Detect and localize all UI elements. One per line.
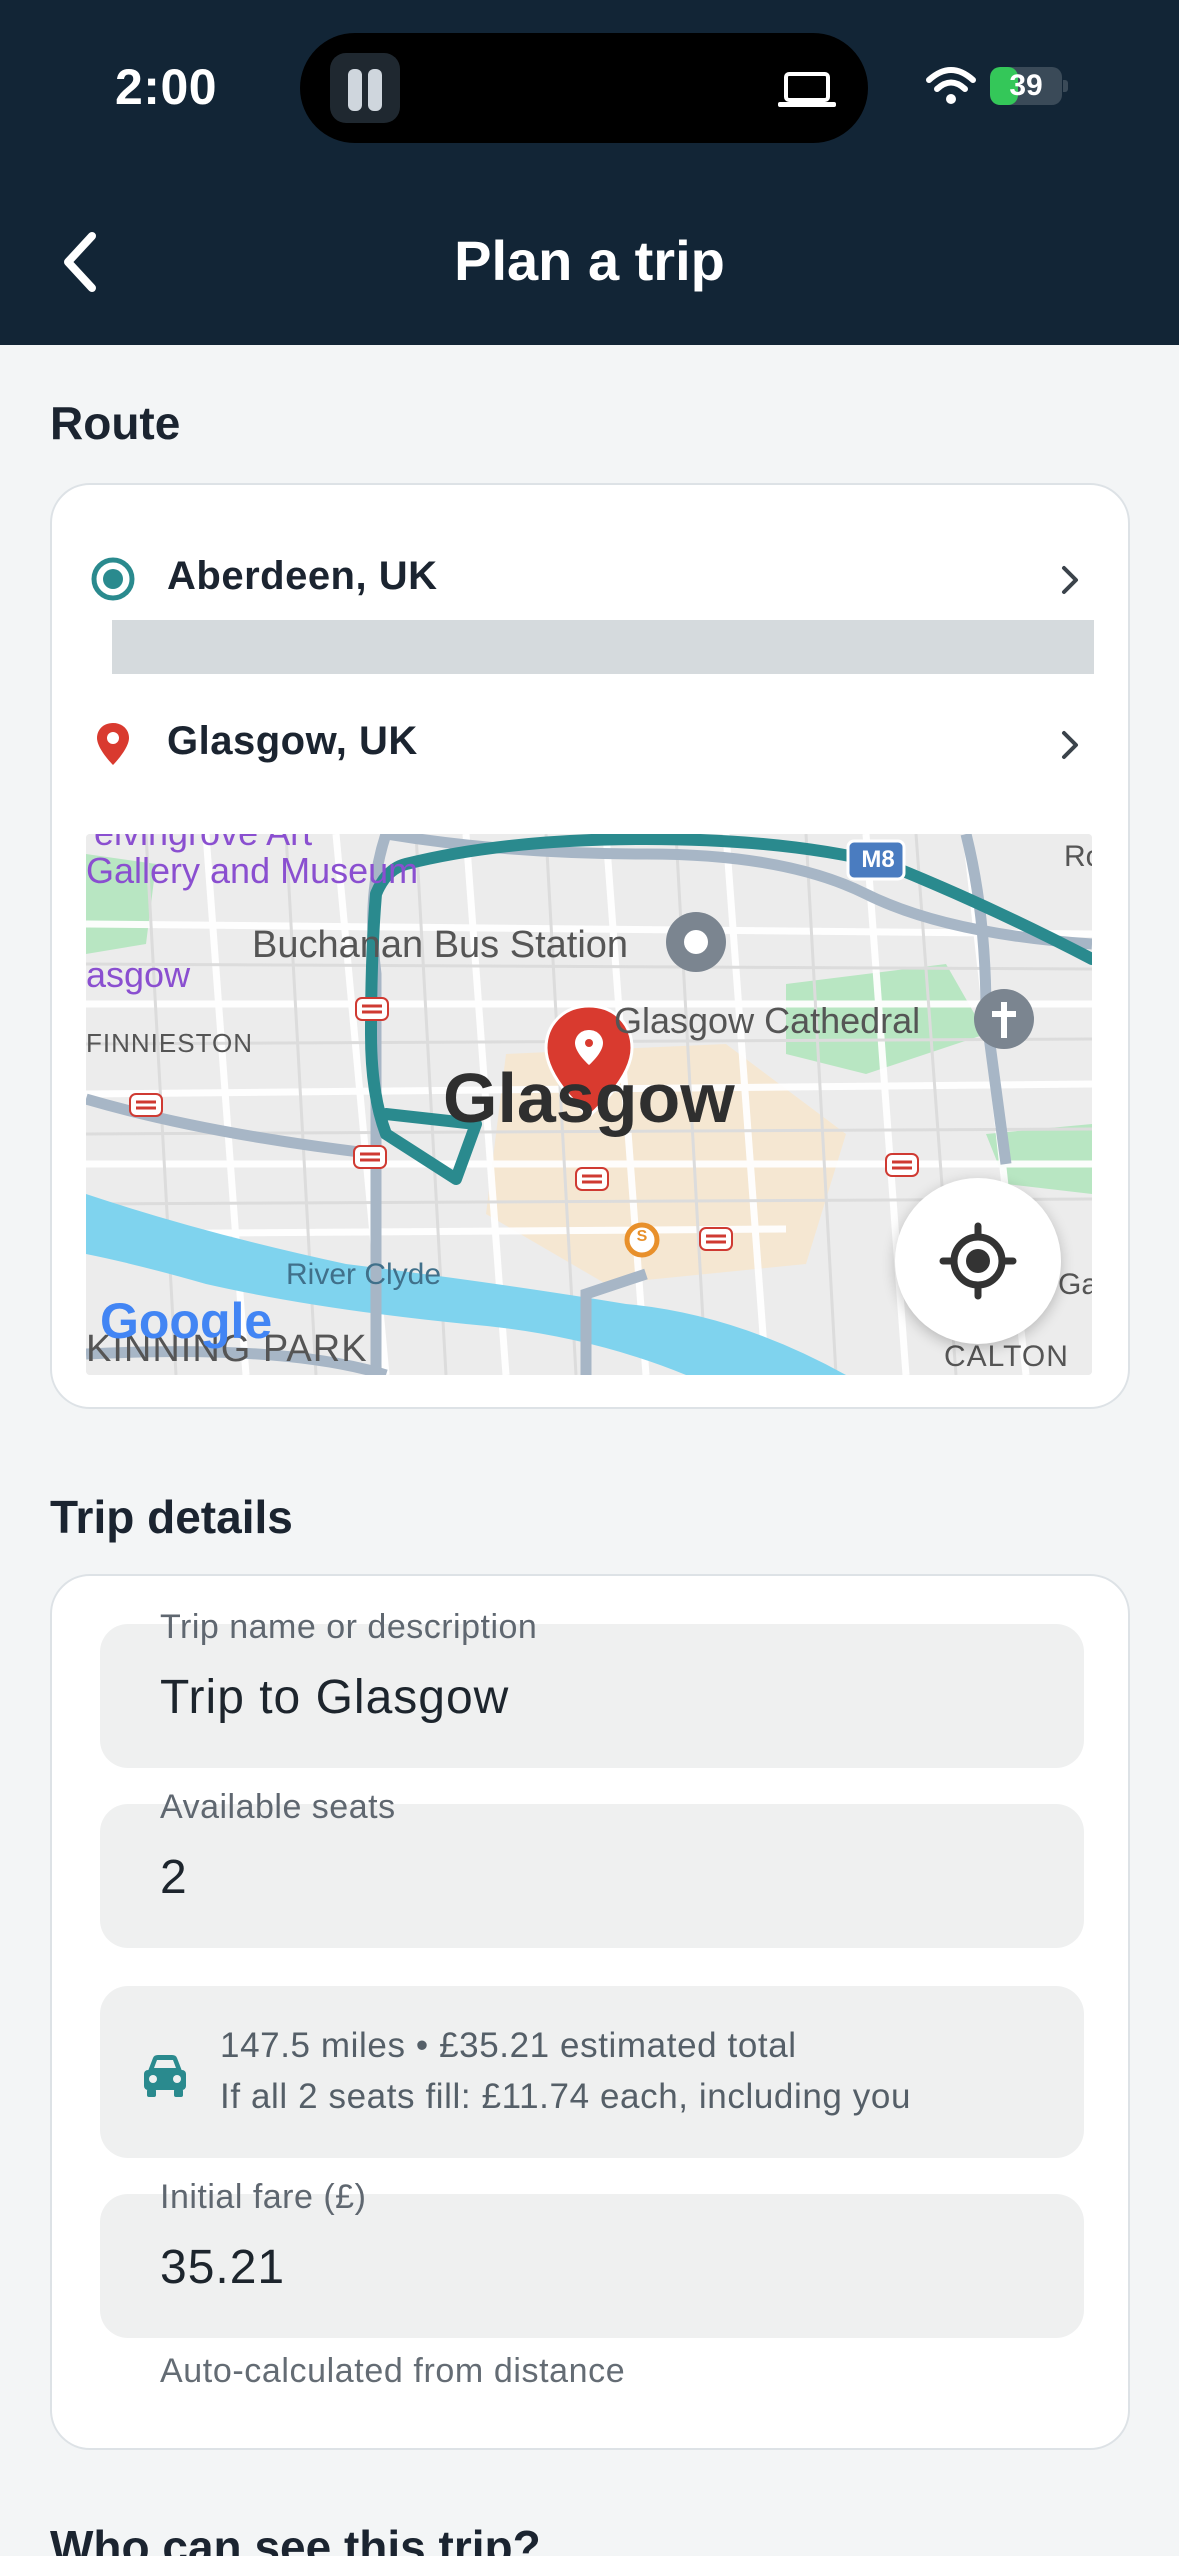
wifi-icon — [926, 67, 976, 104]
origin-label: Aberdeen, UK — [167, 554, 438, 598]
media-thumbnail — [330, 53, 400, 123]
route-divider — [112, 620, 1094, 674]
map-label-cathedral: Glasgow Cathedral — [614, 1000, 921, 1041]
destination-label: Glasgow, UK — [167, 719, 418, 763]
initial-fare-field[interactable]: Initial fare (£) 35.21 — [100, 2178, 1084, 2338]
my-location-icon — [939, 1222, 1017, 1300]
trip-name-label: Trip name or description — [160, 1608, 538, 1646]
page-title: Plan a trip — [454, 229, 725, 292]
map-label-river: River Clyde — [286, 1258, 442, 1291]
visibility-section-title: Who can see this trip? — [50, 2521, 541, 2556]
estimate-distance-total: 147.5 miles • £35.21 estimated total — [220, 2026, 797, 2065]
map-label-bus-station: Buchanan Bus Station — [252, 924, 629, 966]
map-label-motorway: M8 — [861, 846, 895, 873]
radio-target-icon — [91, 557, 135, 601]
route-section-title: Route — [50, 397, 181, 449]
chevron-right-icon — [1062, 731, 1078, 759]
map-label-edge-top: Ro — [1064, 840, 1092, 873]
trip-details-card: Trip name or description Trip to Glasgow… — [50, 1574, 1130, 2450]
estimate-per-seat: If all 2 seats fill: £11.74 each, includ… — [220, 2077, 912, 2116]
trip-name-value: Trip to Glasgow — [160, 1671, 510, 1724]
available-seats-value: 2 — [160, 1851, 188, 1904]
chevron-right-icon — [1062, 566, 1078, 594]
google-logo: Google — [100, 1293, 273, 1349]
map-label-calton: CALTON — [944, 1340, 1069, 1373]
map-label-finnieston: FINNIESTON — [86, 1028, 253, 1058]
trip-name-field[interactable]: Trip name or description Trip to Glasgow — [100, 1608, 1084, 1768]
destination-row[interactable]: Glasgow, UK — [52, 693, 1132, 793]
map-label-city: Glasgow — [443, 1059, 735, 1137]
initial-fare-label: Initial fare (£) — [160, 2178, 367, 2216]
fare-helper-text: Auto-calculated from distance — [160, 2352, 626, 2390]
status-time: 2:00 — [115, 59, 218, 115]
fare-estimate-box: 147.5 miles • £35.21 estimated total If … — [100, 1986, 1084, 2158]
dynamic-island — [300, 33, 868, 143]
map-label-edge-right: Ga — [1058, 1268, 1092, 1301]
available-seats-field[interactable]: Available seats 2 — [100, 1788, 1084, 1948]
location-pin-icon — [97, 723, 129, 765]
initial-fare-value: 35.21 — [160, 2241, 286, 2294]
battery-percent: 39 — [1009, 69, 1043, 102]
battery-indicator: 39 — [990, 67, 1068, 105]
app-header: 2:00 39 Plan a trip — [0, 0, 1179, 345]
map-label-gallery: Gallery and Museum — [86, 850, 419, 891]
locate-me-button[interactable] — [895, 1178, 1061, 1344]
available-seats-label: Available seats — [160, 1788, 396, 1826]
laptop-icon — [778, 72, 836, 107]
subway-icon: S — [636, 1228, 648, 1245]
trip-details-title: Trip details — [50, 1491, 293, 1543]
map-label-glasgow-left: asgow — [86, 954, 191, 995]
car-icon — [144, 2055, 186, 2097]
origin-row[interactable]: Aberdeen, UK — [52, 528, 1132, 628]
